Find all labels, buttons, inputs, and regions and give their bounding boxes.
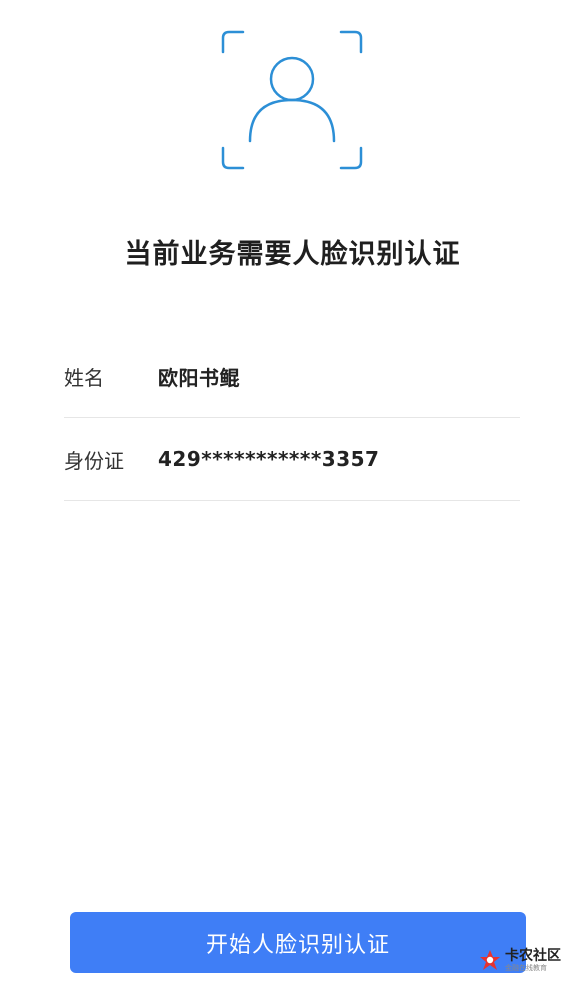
id-value: 429***********3357 — [158, 447, 380, 471]
watermark: 卡农社区 金融在线教育 — [478, 944, 582, 976]
face-scan-icon — [221, 30, 363, 170]
info-row-id: 身份证 429***********3357 — [64, 418, 520, 501]
id-label: 身份证 — [64, 448, 124, 473]
start-face-recognition-button[interactable]: 开始人脸识别认证 — [70, 912, 526, 973]
watermark-title: 卡农社区 — [505, 947, 561, 964]
info-row-name: 姓名 欧阳书鲲 — [64, 335, 520, 418]
watermark-subtitle: 金融在线教育 — [505, 963, 547, 972]
kanong-logo-icon — [478, 948, 502, 972]
name-label: 姓名 — [64, 365, 104, 390]
page-title: 当前业务需要人脸识别认证 — [124, 239, 461, 270]
info-list: 姓名 欧阳书鲲 身份证 429***********3357 — [64, 335, 520, 501]
name-value: 欧阳书鲲 — [158, 365, 240, 390]
